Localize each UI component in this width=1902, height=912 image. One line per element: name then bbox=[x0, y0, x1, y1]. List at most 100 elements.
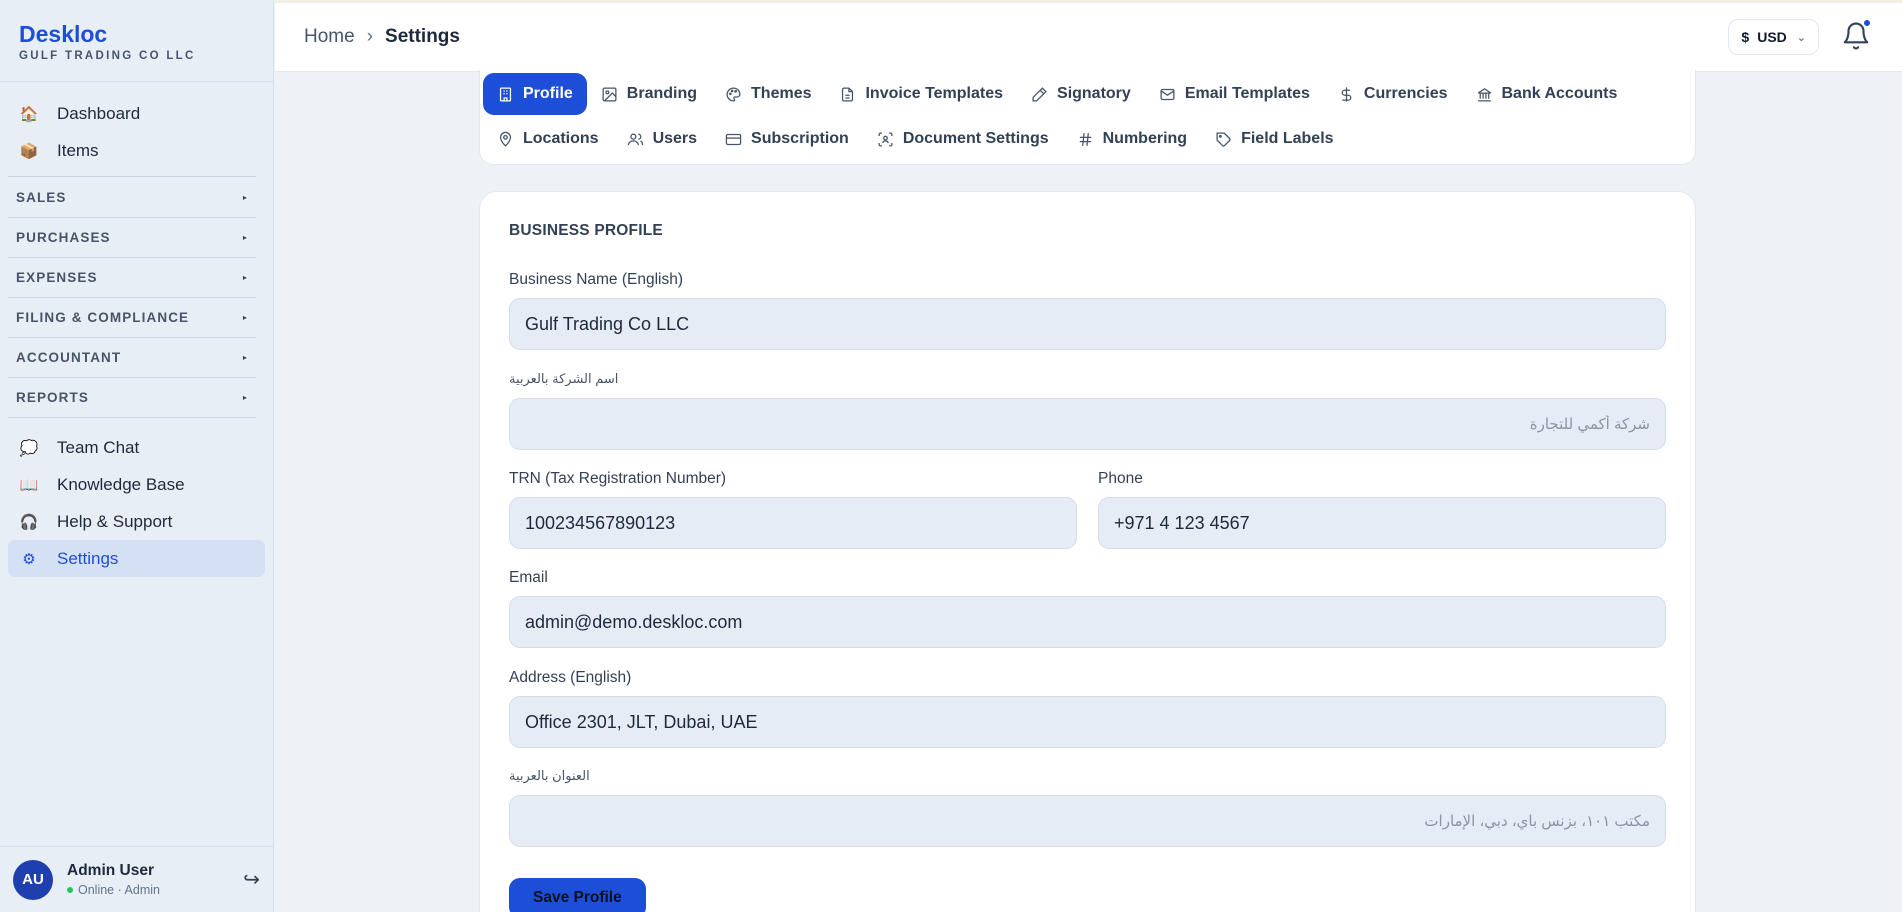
notification-dot bbox=[1863, 19, 1871, 27]
address-ar-input[interactable] bbox=[509, 795, 1666, 847]
sidebar-item-settings[interactable]: ⚙ Settings bbox=[8, 540, 265, 577]
notifications-button[interactable] bbox=[1841, 19, 1873, 53]
divider bbox=[8, 176, 256, 177]
business-name-ar-group: اسم الشركة بالعربية bbox=[509, 371, 1666, 450]
bank-icon bbox=[1477, 87, 1491, 102]
business-name-group: Business Name (English) bbox=[509, 271, 1666, 350]
section-expenses[interactable]: EXPENSES ▸ bbox=[8, 258, 256, 298]
sidebar-nav-top: 🏠 Dashboard 📦 Items bbox=[0, 82, 273, 169]
card-title: BUSINESS PROFILE bbox=[509, 222, 663, 239]
currency-selector[interactable]: $ USD ⌄ bbox=[1728, 19, 1819, 55]
avatar[interactable]: AU bbox=[13, 859, 53, 900]
hash-icon bbox=[1079, 132, 1091, 146]
pen-icon bbox=[1032, 86, 1047, 102]
book-icon: 📖 bbox=[19, 476, 39, 494]
tab-currencies[interactable]: Currencies bbox=[1324, 73, 1462, 115]
tab-label: Currencies bbox=[1363, 85, 1448, 102]
caret-right-icon: ▸ bbox=[242, 353, 248, 362]
section-filing-compliance[interactable]: FILING & COMPLIANCE ▸ bbox=[8, 298, 256, 338]
trn-input[interactable] bbox=[509, 497, 1077, 549]
business-profile-card: BUSINESS PROFILE Business Name (English)… bbox=[479, 191, 1696, 912]
sidebar-item-label: Knowledge Base bbox=[57, 474, 185, 494]
phone-input[interactable] bbox=[1098, 497, 1666, 549]
tab-numbering[interactable]: Numbering bbox=[1063, 118, 1201, 160]
tabs-row-2: Locations Users Subscription Document Se… bbox=[483, 118, 1692, 160]
tab-signatory[interactable]: Signatory bbox=[1017, 73, 1145, 115]
credit-card-icon bbox=[725, 133, 742, 145]
business-name-ar-input[interactable] bbox=[509, 398, 1666, 450]
settings-tabs: Profile Branding Themes Invoice Template… bbox=[479, 70, 1696, 165]
house-icon: 🏠 bbox=[19, 105, 39, 123]
brand-logo[interactable]: Deskloc bbox=[19, 22, 254, 46]
sidebar-item-label: Help & Support bbox=[57, 511, 173, 531]
sidebar-nav-bottom: 💭 Team Chat 📖 Knowledge Base 🎧 Help & Su… bbox=[0, 418, 273, 577]
section-label: REPORTS bbox=[16, 390, 89, 405]
address-input[interactable] bbox=[509, 696, 1666, 748]
tab-bank-accounts[interactable]: Bank Accounts bbox=[1462, 73, 1632, 115]
tab-branding[interactable]: Branding bbox=[587, 73, 711, 115]
tab-label: Subscription bbox=[751, 130, 849, 147]
box-icon: 📦 bbox=[19, 142, 39, 160]
sidebar-item-label: Items bbox=[57, 140, 99, 160]
business-name-label: Business Name (English) bbox=[509, 271, 684, 288]
sidebar-item-label: Settings bbox=[57, 548, 119, 568]
section-label: FILING & COMPLIANCE bbox=[16, 310, 190, 325]
business-name-input[interactable] bbox=[509, 298, 1666, 350]
top-header: Home › Settings $ USD ⌄ bbox=[275, 0, 1902, 72]
address-ar-label: العنوان بالعربية bbox=[509, 768, 590, 783]
image-icon bbox=[602, 86, 617, 102]
tab-locations[interactable]: Locations bbox=[483, 118, 613, 160]
sidebar-item-label: Team Chat bbox=[57, 437, 140, 457]
section-reports[interactable]: REPORTS ▸ bbox=[8, 378, 256, 418]
user-info: Admin User Online · Admin bbox=[67, 862, 243, 897]
tab-label: Invoice Templates bbox=[865, 85, 1004, 102]
address-group: Address (English) bbox=[509, 669, 1666, 748]
address-ar-group: العنوان بالعربية bbox=[509, 768, 1666, 847]
section-accountant[interactable]: ACCOUNTANT ▸ bbox=[8, 338, 256, 378]
tab-themes[interactable]: Themes bbox=[711, 73, 825, 115]
users-icon bbox=[627, 133, 643, 145]
tab-field-labels[interactable]: Field Labels bbox=[1201, 118, 1347, 160]
currency-code: USD bbox=[1757, 29, 1787, 45]
sidebar-item-knowledge-base[interactable]: 📖 Knowledge Base bbox=[8, 466, 265, 503]
sidebar-item-dashboard[interactable]: 🏠 Dashboard bbox=[8, 95, 265, 132]
section-label: SALES bbox=[16, 190, 67, 205]
tab-profile[interactable]: Profile bbox=[483, 73, 587, 115]
sidebar-item-team-chat[interactable]: 💭 Team Chat bbox=[8, 429, 265, 466]
tab-label: Numbering bbox=[1102, 130, 1188, 147]
breadcrumb-separator-icon: › bbox=[366, 26, 374, 47]
tab-label: Users bbox=[652, 130, 698, 147]
business-name-ar-label: اسم الشركة بالعربية bbox=[509, 371, 619, 386]
user-name: Admin User bbox=[67, 862, 154, 879]
sidebar-item-help-support[interactable]: 🎧 Help & Support bbox=[8, 503, 265, 540]
chevron-down-icon: ⌄ bbox=[1796, 31, 1806, 44]
tab-email-templates[interactable]: Email Templates bbox=[1145, 73, 1324, 115]
tab-invoice-templates[interactable]: Invoice Templates bbox=[825, 73, 1017, 115]
online-dot-icon bbox=[67, 887, 73, 893]
section-sales[interactable]: SALES ▸ bbox=[8, 178, 256, 218]
section-label: ACCOUNTANT bbox=[16, 350, 122, 365]
save-profile-button[interactable]: Save Profile bbox=[509, 878, 646, 912]
map-pin-icon bbox=[499, 131, 512, 147]
email-input[interactable] bbox=[509, 596, 1666, 648]
breadcrumb-home[interactable]: Home bbox=[304, 26, 355, 48]
chat-bubble-icon: 💭 bbox=[19, 439, 39, 457]
sidebar-item-items[interactable]: 📦 Items bbox=[8, 132, 265, 169]
tab-document-settings[interactable]: Document Settings bbox=[863, 118, 1063, 160]
caret-right-icon: ▸ bbox=[242, 193, 248, 202]
email-group: Email bbox=[509, 569, 1666, 648]
phone-group: Phone bbox=[1098, 470, 1666, 549]
caret-right-icon: ▸ bbox=[242, 273, 248, 282]
tab-label: Bank Accounts bbox=[1501, 85, 1618, 102]
caret-right-icon: ▸ bbox=[242, 233, 248, 242]
user-status-text: Online · Admin bbox=[78, 883, 160, 897]
trn-group: TRN (Tax Registration Number) bbox=[509, 470, 1077, 549]
logout-icon[interactable]: ↪ bbox=[243, 867, 260, 892]
dollar-icon: $ bbox=[1741, 29, 1750, 45]
palette-icon bbox=[726, 86, 741, 102]
header-actions: $ USD ⌄ bbox=[1728, 19, 1873, 55]
tab-subscription[interactable]: Subscription bbox=[711, 118, 863, 160]
tab-users[interactable]: Users bbox=[613, 118, 711, 160]
section-purchases[interactable]: PURCHASES ▸ bbox=[8, 218, 256, 258]
sidebar: Deskloc GULF TRADING CO LLC 🏠 Dashboard … bbox=[0, 0, 274, 912]
